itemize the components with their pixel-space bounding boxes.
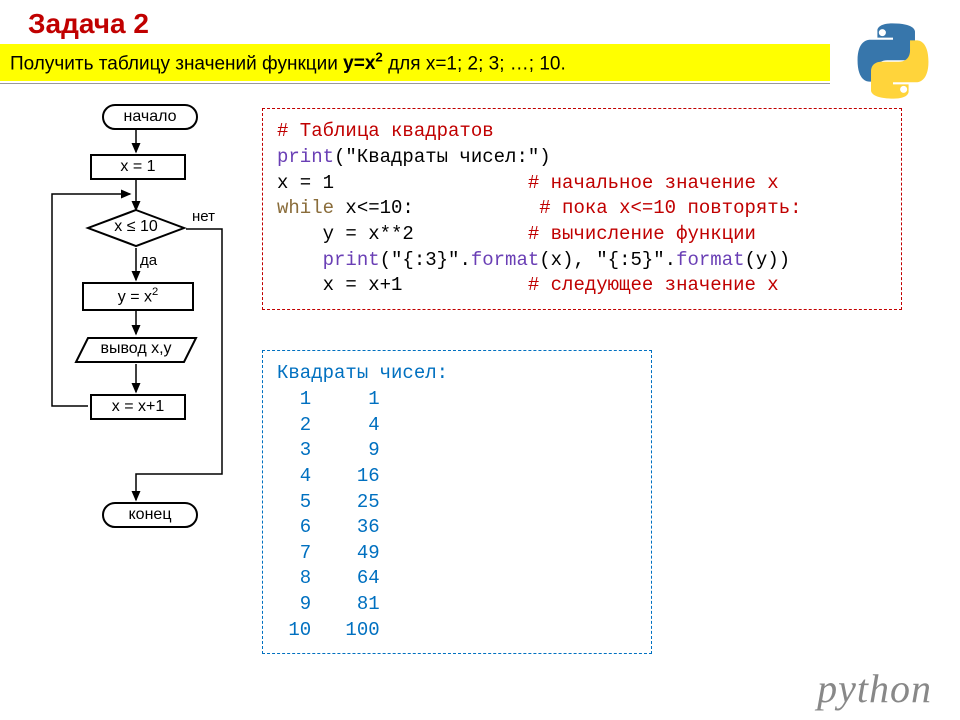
flow-no-label: нет (192, 208, 215, 225)
flow-yes-label: да (140, 252, 157, 269)
code-l2a: print (277, 146, 334, 168)
code-l4a: while (277, 197, 334, 219)
flow-start: начало (102, 104, 198, 130)
flowchart: начало x = 1 x ≤ 10 да нет y = x2 вывод … (32, 102, 242, 582)
flow-cond-text: x ≤ 10 (114, 218, 157, 235)
code-l5a: y = x**2 (277, 223, 528, 245)
code-l6c: ("{:3}". (380, 249, 471, 271)
code-l6a (277, 249, 323, 271)
subtitle-fn: y=x (343, 53, 375, 74)
code-l6e: (x), "{:5}". (539, 249, 676, 271)
code-l2b: ("Квадраты чисел:") (334, 146, 551, 168)
python-logo-icon (854, 22, 932, 100)
subtitle-pre: Получить таблицу значений функции (10, 53, 343, 74)
code-l7b: # следующее значение x (528, 274, 779, 296)
code-l6f: format (676, 249, 744, 271)
python-watermark: python (817, 665, 932, 712)
task-description: Получить таблицу значений функции y=x2 д… (0, 44, 830, 81)
divider (0, 83, 830, 84)
flow-increment: x = x+1 (90, 394, 186, 420)
subtitle-post: для x=1; 2; 3; …; 10. (383, 53, 566, 74)
flow-condition: x ≤ 10 (98, 212, 174, 246)
code-l5b: # вычисление функции (528, 223, 756, 245)
flow-output: вывод x,y (74, 336, 198, 364)
code-l1: # Таблица квадратов (277, 120, 494, 142)
flow-calc: y = x2 (82, 282, 194, 310)
subtitle-sup: 2 (375, 50, 382, 65)
code-l4c: # пока x<=10 повторять: (539, 197, 801, 219)
output-block: Квадраты чисел: 1 1 2 4 3 9 4 16 5 25 6 … (262, 350, 652, 654)
code-block: # Таблица квадратов print("Квадраты чисе… (262, 108, 902, 309)
flow-init: x = 1 (90, 154, 186, 180)
code-l6g: (y)) (745, 249, 791, 271)
code-l4b: x<=10: (334, 197, 539, 219)
flow-out-text: вывод x,y (100, 340, 171, 357)
code-l6b: print (323, 249, 380, 271)
code-l3a: x = 1 (277, 172, 528, 194)
flow-calc-sup: 2 (152, 286, 158, 298)
code-l3b: # начальное значение x (528, 172, 779, 194)
flow-end: конец (102, 502, 198, 528)
code-l6d: format (471, 249, 539, 271)
page-title: Задача 2 (0, 0, 960, 44)
code-l7a: x = x+1 (277, 274, 528, 296)
flow-calc-pre: y = x (118, 289, 152, 306)
